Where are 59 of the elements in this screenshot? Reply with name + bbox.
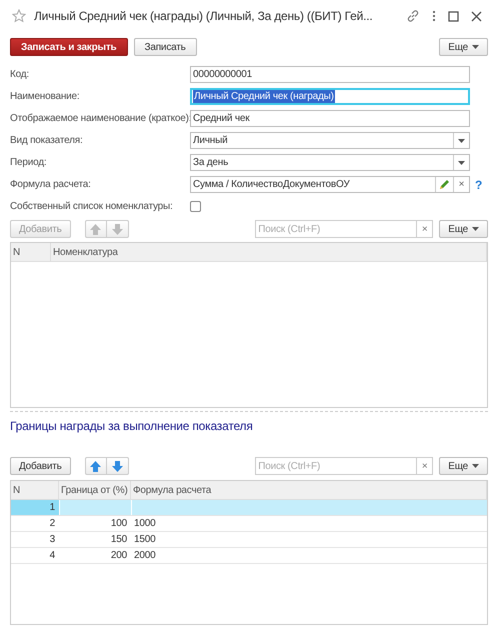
star-icon[interactable] — [12, 9, 26, 23]
up-arrow-icon — [90, 224, 102, 234]
table-cell-text: 1000 — [134, 517, 156, 531]
search-field[interactable]: Поиск (Ctrl+F) × — [255, 457, 434, 475]
save-button[interactable]: Записать — [134, 38, 197, 56]
table-cell-text: 150 — [110, 533, 127, 547]
column-header[interactable]: Номенклатура — [51, 243, 487, 261]
table-row[interactable]: 3 150 1500 — [11, 532, 487, 548]
save-and-close-button[interactable]: Записать и закрыть — [10, 38, 128, 56]
table-row[interactable]: 2 100 1000 — [11, 516, 487, 532]
column-header[interactable]: N — [11, 243, 51, 261]
more-button[interactable]: Еще — [439, 38, 488, 56]
help-link[interactable]: ? — [475, 176, 482, 194]
field-label: Вид показателя: — [10, 134, 83, 148]
dropdown-field[interactable]: За день — [190, 154, 470, 171]
down-arrow-icon — [112, 460, 123, 472]
table-cell-text: 2 — [50, 517, 55, 531]
checkbox[interactable] — [190, 201, 201, 212]
input-field[interactable]: Средний чек — [190, 110, 470, 127]
column-header[interactable]: Формула расчета — [131, 481, 487, 499]
column-header[interactable]: N — [11, 481, 59, 499]
link-icon[interactable] — [406, 9, 420, 23]
clear-button[interactable]: × — [453, 177, 469, 192]
input-field[interactable]: Сумма / КоличествоДокументовОУ × — [190, 176, 470, 193]
caret-icon — [472, 45, 479, 49]
table-cell-text: 100 — [110, 517, 127, 531]
more-button[interactable]: Еще — [439, 457, 488, 475]
clear-button[interactable]: × — [416, 458, 432, 474]
up-arrow-icon — [90, 460, 102, 472]
field-label: Отображаемое наименование (краткое): — [10, 112, 192, 126]
down-arrow-icon — [112, 224, 123, 234]
field-label: Период: — [10, 156, 46, 170]
table-row[interactable]: 4 200 2000 — [11, 548, 487, 564]
column-header[interactable]: Граница от (%) — [59, 481, 131, 499]
dropdown-caret-icon — [458, 138, 465, 142]
table-cell-text: 200 — [110, 549, 127, 563]
dropdown-caret-icon — [458, 160, 465, 164]
caret-icon — [472, 227, 479, 231]
input-field[interactable]: 00000000001 — [190, 66, 470, 83]
maximize-icon[interactable] — [448, 10, 459, 22]
field-label: Код: — [10, 68, 29, 82]
table-row[interactable]: 1 — [11, 500, 487, 516]
field-label: Собственный список номенклатуры: — [10, 200, 173, 214]
table-cell-text: 3 — [50, 533, 55, 547]
window-title: Личный Средний чек (награды) (Личный, За день) ((БИТ) Гей... — [34, 8, 373, 25]
field-label: Наименование: — [10, 90, 80, 104]
section-title: Границы награды за выполнение показателя — [9, 418, 254, 435]
table-cell-text: 1 — [50, 501, 55, 515]
more-icon[interactable] — [432, 10, 436, 22]
table-cell-text: 1500 — [134, 533, 156, 547]
table-cell-text: 2000 — [134, 549, 156, 563]
dropdown-field[interactable]: Личный — [190, 132, 470, 149]
close-icon[interactable] — [471, 10, 482, 22]
input-field[interactable]: Личный Средний чек (награды) — [190, 88, 470, 105]
field-label: Формула расчета: — [10, 178, 91, 192]
table-cell-text: 4 — [50, 549, 55, 563]
pencil-icon[interactable] — [439, 179, 450, 190]
add-button[interactable]: Добавить — [10, 457, 71, 475]
caret-icon — [472, 464, 479, 468]
